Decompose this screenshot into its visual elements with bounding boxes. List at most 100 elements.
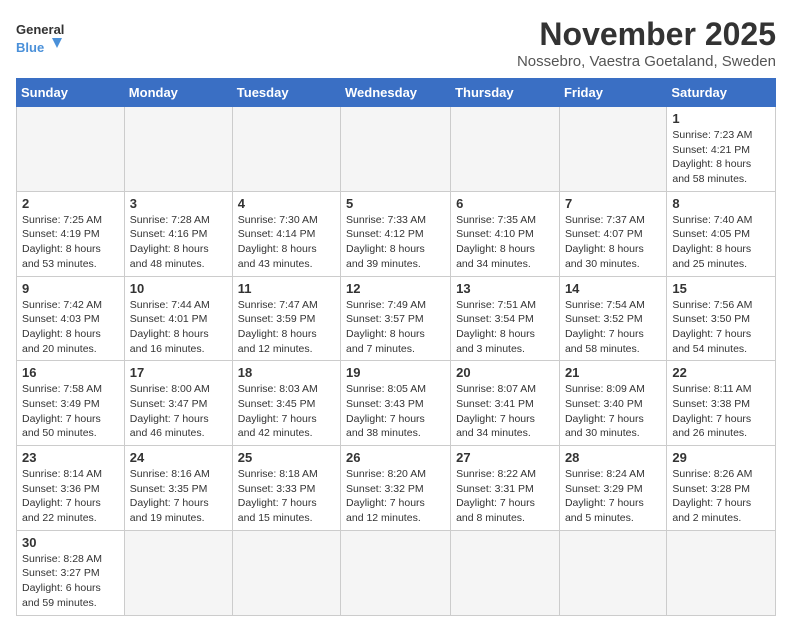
calendar-cell: 28 Sunrise: 8:24 AMSunset: 3:29 PMDayligh… <box>559 446 666 531</box>
calendar-cell: 7Sunrise: 7:37 AMSunset: 4:07 PMDaylight… <box>559 191 666 276</box>
calendar-cell: 8Sunrise: 7:40 AMSunset: 4:05 PMDaylight… <box>667 191 776 276</box>
day-info: Sunrise: 7:33 AMSunset: 4:12 PMDaylight:… <box>346 213 445 272</box>
day-number: 3 <box>130 196 227 211</box>
calendar-cell: 6 Sunrise: 7:35 AMSunset: 4:10 PMDaylight… <box>451 191 560 276</box>
calendar-cell: 22 Sunrise: 8:11 AMSunset: 3:38 PMDayligh… <box>667 361 776 446</box>
calendar-cell: 17Sunrise: 8:00 AMSunset: 3:47 PMDayligh… <box>124 361 232 446</box>
day-info: Sunrise: 7:25 AMSunset: 4:19 PMDaylight:… <box>22 213 119 272</box>
day-number: 4 <box>238 196 335 211</box>
day-number: 15 <box>672 281 770 296</box>
day-number: 6 <box>456 196 554 211</box>
day-number: 24 <box>130 450 227 465</box>
day-info: Sunrise: 7:28 AMSunset: 4:16 PMDaylight:… <box>130 213 227 272</box>
day-info: Sunrise: 8:00 AMSunset: 3:47 PMDaylight:… <box>130 382 227 441</box>
day-info: Sunrise: 8:20 AMSunset: 3:32 PMDaylight:… <box>346 467 445 526</box>
day-number: 14 <box>565 281 661 296</box>
calendar-cell: 15 Sunrise: 7:56 AMSunset: 3:50 PMDayligh… <box>667 276 776 361</box>
day-info: Sunrise: 8:24 AMSunset: 3:29 PMDaylight:… <box>565 467 661 526</box>
calendar-cell: 18Sunrise: 8:03 AMSunset: 3:45 PMDayligh… <box>232 361 340 446</box>
calendar-cell: 14 Sunrise: 7:54 AMSunset: 3:52 PMDayligh… <box>559 276 666 361</box>
logo-icon: General Blue <box>16 16 66 56</box>
svg-text:General: General <box>16 22 64 37</box>
calendar-table: SundayMondayTuesdayWednesdayThursdayFrid… <box>16 78 776 616</box>
calendar-cell <box>17 107 125 192</box>
day-number: 5 <box>346 196 445 211</box>
calendar-cell: 16 Sunrise: 7:58 AMSunset: 3:49 PMDayligh… <box>17 361 125 446</box>
calendar-cell: 4 Sunrise: 7:30 AMSunset: 4:14 PMDaylight… <box>232 191 340 276</box>
calendar-week-5: 23Sunrise: 8:14 AMSunset: 3:36 PMDayligh… <box>17 446 776 531</box>
calendar-cell <box>559 530 666 615</box>
day-info: Sunrise: 8:11 AMSunset: 3:38 PMDaylight:… <box>672 382 770 441</box>
day-number: 29 <box>672 450 770 465</box>
day-info: Sunrise: 7:54 AMSunset: 3:52 PMDaylight:… <box>565 298 661 357</box>
day-number: 28 <box>565 450 661 465</box>
day-info: Sunrise: 8:22 AMSunset: 3:31 PMDaylight:… <box>456 467 554 526</box>
day-number: 21 <box>565 365 661 380</box>
day-number: 20 <box>456 365 554 380</box>
calendar-cell: 3 Sunrise: 7:28 AMSunset: 4:16 PMDaylight… <box>124 191 232 276</box>
logo: General Blue <box>16 16 66 56</box>
calendar-cell: 25 Sunrise: 8:18 AMSunset: 3:33 PMDayligh… <box>232 446 340 531</box>
calendar-body: 1 Sunrise: 7:23 AMSunset: 4:21 PMDaylight… <box>17 107 776 616</box>
weekday-header-thursday: Thursday <box>451 79 560 107</box>
day-info: Sunrise: 7:47 AMSunset: 3:59 PMDaylight:… <box>238 298 335 357</box>
calendar-cell: 12Sunrise: 7:49 AMSunset: 3:57 PMDayligh… <box>341 276 451 361</box>
day-number: 30 <box>22 535 119 550</box>
day-info: Sunrise: 7:49 AMSunset: 3:57 PMDaylight:… <box>346 298 445 357</box>
calendar-cell: 27 Sunrise: 8:22 AMSunset: 3:31 PMDayligh… <box>451 446 560 531</box>
calendar-cell: 19 Sunrise: 8:05 AMSunset: 3:43 PMDayligh… <box>341 361 451 446</box>
calendar-cell: 20 Sunrise: 8:07 AMSunset: 3:41 PMDayligh… <box>451 361 560 446</box>
calendar-cell: 24 Sunrise: 8:16 AMSunset: 3:35 PMDayligh… <box>124 446 232 531</box>
day-number: 13 <box>456 281 554 296</box>
calendar-week-6: 30Sunrise: 8:28 AMSunset: 3:27 PMDayligh… <box>17 530 776 615</box>
calendar-cell <box>124 107 232 192</box>
day-number: 27 <box>456 450 554 465</box>
day-number: 2 <box>22 196 119 211</box>
day-info: Sunrise: 7:35 AMSunset: 4:10 PMDaylight:… <box>456 213 554 272</box>
calendar-week-2: 2 Sunrise: 7:25 AMSunset: 4:19 PMDaylight… <box>17 191 776 276</box>
calendar-cell: 11Sunrise: 7:47 AMSunset: 3:59 PMDayligh… <box>232 276 340 361</box>
weekday-header-wednesday: Wednesday <box>341 79 451 107</box>
calendar-cell: 23Sunrise: 8:14 AMSunset: 3:36 PMDayligh… <box>17 446 125 531</box>
day-info: Sunrise: 7:42 AMSunset: 4:03 PMDaylight:… <box>22 298 119 357</box>
calendar-cell: 13Sunrise: 7:51 AMSunset: 3:54 PMDayligh… <box>451 276 560 361</box>
weekday-header-tuesday: Tuesday <box>232 79 340 107</box>
weekday-header-saturday: Saturday <box>667 79 776 107</box>
month-year-title: November 2025 <box>517 16 776 53</box>
calendar-cell <box>341 530 451 615</box>
day-info: Sunrise: 7:37 AMSunset: 4:07 PMDaylight:… <box>565 213 661 272</box>
weekday-header-friday: Friday <box>559 79 666 107</box>
calendar-cell: 5 Sunrise: 7:33 AMSunset: 4:12 PMDaylight… <box>341 191 451 276</box>
calendar-header: SundayMondayTuesdayWednesdayThursdayFrid… <box>17 79 776 107</box>
day-info: Sunrise: 8:07 AMSunset: 3:41 PMDaylight:… <box>456 382 554 441</box>
calendar-cell: 10Sunrise: 7:44 AMSunset: 4:01 PMDayligh… <box>124 276 232 361</box>
calendar-cell: 21 Sunrise: 8:09 AMSunset: 3:40 PMDayligh… <box>559 361 666 446</box>
calendar-cell: 30Sunrise: 8:28 AMSunset: 3:27 PMDayligh… <box>17 530 125 615</box>
day-info: Sunrise: 7:23 AMSunset: 4:21 PMDaylight:… <box>672 128 770 187</box>
day-number: 16 <box>22 365 119 380</box>
svg-text:Blue: Blue <box>16 40 44 55</box>
day-number: 25 <box>238 450 335 465</box>
calendar-cell <box>124 530 232 615</box>
day-number: 22 <box>672 365 770 380</box>
day-info: Sunrise: 8:09 AMSunset: 3:40 PMDaylight:… <box>565 382 661 441</box>
day-number: 26 <box>346 450 445 465</box>
calendar-cell <box>667 530 776 615</box>
day-info: Sunrise: 8:18 AMSunset: 3:33 PMDaylight:… <box>238 467 335 526</box>
title-area: November 2025 Nossebro, Vaestra Goetalan… <box>517 16 776 70</box>
header: General Blue November 2025 Nossebro, Vae… <box>16 16 776 70</box>
day-info: Sunrise: 7:44 AMSunset: 4:01 PMDaylight:… <box>130 298 227 357</box>
day-info: Sunrise: 7:40 AMSunset: 4:05 PMDaylight:… <box>672 213 770 272</box>
weekday-header-sunday: Sunday <box>17 79 125 107</box>
day-info: Sunrise: 8:26 AMSunset: 3:28 PMDaylight:… <box>672 467 770 526</box>
day-number: 19 <box>346 365 445 380</box>
calendar-week-3: 9 Sunrise: 7:42 AMSunset: 4:03 PMDaylight… <box>17 276 776 361</box>
day-number: 9 <box>22 281 119 296</box>
day-info: Sunrise: 7:56 AMSunset: 3:50 PMDaylight:… <box>672 298 770 357</box>
day-info: Sunrise: 7:30 AMSunset: 4:14 PMDaylight:… <box>238 213 335 272</box>
weekday-header-row: SundayMondayTuesdayWednesdayThursdayFrid… <box>17 79 776 107</box>
day-info: Sunrise: 8:05 AMSunset: 3:43 PMDaylight:… <box>346 382 445 441</box>
day-info: Sunrise: 8:16 AMSunset: 3:35 PMDaylight:… <box>130 467 227 526</box>
day-info: Sunrise: 7:58 AMSunset: 3:49 PMDaylight:… <box>22 382 119 441</box>
day-number: 1 <box>672 111 770 126</box>
